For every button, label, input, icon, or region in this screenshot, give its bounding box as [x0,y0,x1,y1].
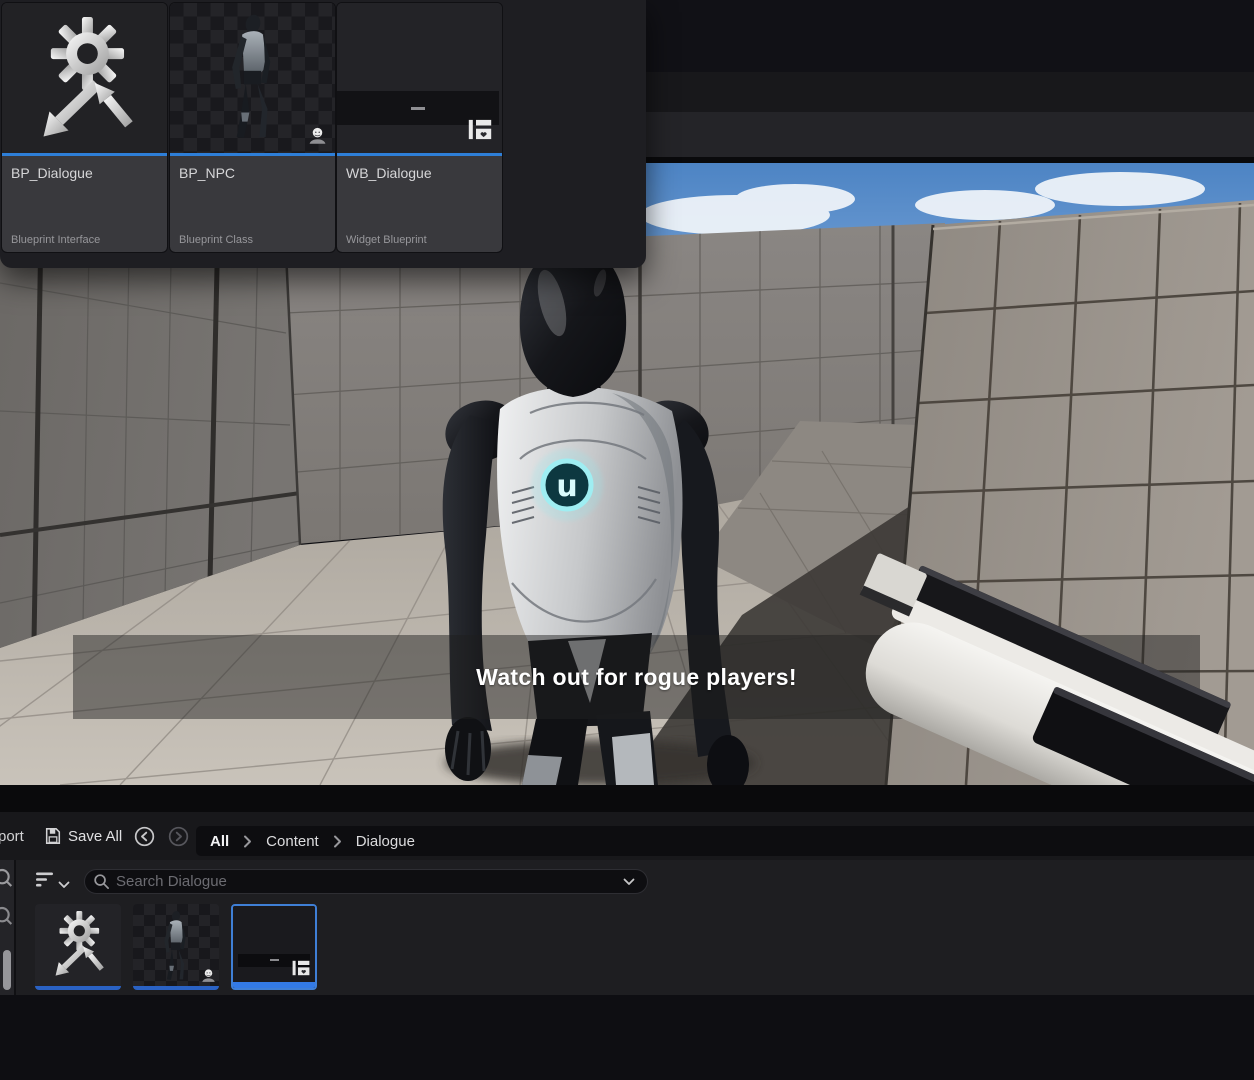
widget-preview [233,906,315,988]
asset-color-bar [170,153,335,156]
vertical-scrollbar[interactable] [3,950,11,990]
asset-color-bar [2,153,167,156]
character-indicator-icon [201,968,216,987]
unreal-logo: u [556,469,577,504]
breadcrumb-separator-icon [235,835,260,848]
filter-button[interactable] [36,871,56,894]
search-dropdown-chevron-icon[interactable] [623,878,635,886]
asset-type: Widget Blueprint [346,234,427,246]
widget-blueprint-icon [468,119,492,145]
asset-type: Blueprint Class [179,234,253,246]
save-all-button[interactable]: Save All [44,827,122,845]
asset-color-bar [35,986,121,990]
asset-thumbnail-bp-dialogue[interactable] [35,904,121,990]
import-button-partial[interactable]: port [0,828,28,845]
right-shin-armor [612,733,654,785]
filter-icon [36,871,56,889]
asset-color-bar [133,986,219,990]
asset-card-wb-dialogue[interactable]: WB_Dialogue Widget Blueprint [337,3,502,252]
mannequin-thumbnail [210,11,296,147]
content-browser-body [0,860,1254,995]
asset-color-bar [337,153,502,156]
asset-card-thumbnail [170,3,335,153]
breadcrumb-separator-icon [325,835,350,848]
panel-empty-area [0,995,1254,1080]
breadcrumb-all[interactable]: All [204,833,235,850]
arrow-right-circle-icon [167,825,190,848]
asset-thumbnail-bp-npc[interactable] [133,904,219,990]
breadcrumb-content[interactable]: Content [260,833,325,850]
asset-card-thumbnail [337,3,502,153]
search-icon [93,873,110,890]
arrow-left-circle-icon [133,825,156,848]
sources-panel-edge [0,860,16,995]
asset-type: Blueprint Interface [11,234,100,246]
clipped-panel-icon[interactable] [0,866,14,890]
asset-name: BP_Dialogue [11,165,93,181]
asset-tooltip-popup: BP_Dialogue Blueprint Interface BP_NPC B… [0,0,646,268]
asset-thumbnail-wb-dialogue[interactable] [231,904,317,990]
back-button[interactable] [132,824,156,848]
breadcrumb: All Content Dialogue [196,826,1254,856]
asset-name: BP_NPC [179,165,235,181]
filter-chevron-icon[interactable] [58,876,70,894]
asset-card-thumbnail [2,3,167,153]
asset-card-bp-dialogue[interactable]: BP_Dialogue Blueprint Interface [2,3,167,252]
character-indicator-icon [308,126,327,149]
asset-color-bar-selected [233,982,315,988]
panel-divider-strip [0,785,1254,812]
forward-button[interactable] [166,824,190,848]
asset-grid [35,904,317,990]
blueprint-interface-icon [45,908,111,980]
save-all-label: Save All [68,828,122,845]
left-knee-armor [522,755,562,785]
asset-name: WB_Dialogue [346,165,432,181]
unreal-editor-window: u [0,0,1254,1080]
search-bar[interactable] [84,869,648,894]
content-browser-toolbar: port Save All All Content [0,812,1254,860]
asset-card-bp-npc[interactable]: BP_NPC Blueprint Class [170,3,335,252]
widget-blueprint-icon [292,960,310,981]
save-all-icon [44,827,62,845]
search-input[interactable] [116,873,623,890]
mannequin-thumbnail [152,909,200,985]
clipped-panel-icon[interactable] [0,904,14,928]
blueprint-interface-icon [24,11,146,145]
breadcrumb-dialogue[interactable]: Dialogue [350,833,421,850]
